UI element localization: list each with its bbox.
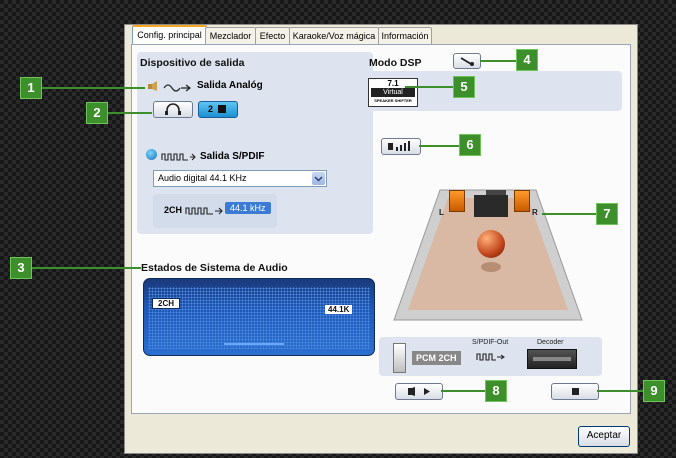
decoder-device-icon — [527, 349, 577, 369]
analog-wave-icon — [163, 80, 193, 92]
callout-2-line — [107, 112, 152, 114]
tab-efecto[interactable]: Efecto — [255, 27, 290, 45]
stop-test-button[interactable] — [551, 383, 599, 400]
chevron-down-icon[interactable] — [312, 172, 325, 185]
tab-mezclador[interactable]: Mezclador — [205, 27, 256, 45]
callout-4-line — [480, 60, 516, 62]
speaker-count-label: 2 — [208, 104, 214, 114]
spdif-output-label: Salida S/PDIF — [200, 151, 265, 162]
spdif-channel-label: 2CH — [164, 205, 183, 215]
tab-karaoke[interactable]: Karaoke/Voz mágica — [289, 27, 379, 45]
dsp-mode-heading: Modo DSP — [369, 57, 422, 69]
pcm-badge: PCM 2CH — [412, 351, 461, 365]
spdif-out-label: S/PDIF-Out — [472, 339, 509, 346]
speaker-shifter-label: SPEAKER SHIFTER — [374, 98, 412, 103]
callout-3-line — [31, 267, 141, 269]
wrench-icon — [460, 57, 474, 66]
equalizer-button[interactable] — [381, 138, 421, 155]
callout-4-badge: 4 — [516, 49, 538, 71]
stop-icon — [572, 388, 579, 395]
digital-wave-icon — [161, 150, 197, 162]
callout-5-line — [405, 86, 453, 88]
headphone-button[interactable] — [153, 101, 193, 118]
spdif-out-wave-icon — [476, 353, 505, 361]
callout-6-line — [419, 145, 459, 147]
headphone-icon — [165, 103, 181, 115]
right-speaker-icon[interactable] — [514, 190, 530, 212]
listener-shadow — [481, 262, 501, 272]
audio-status-heading: Estados de Sistema de Audio — [141, 262, 288, 274]
callout-2-badge: 2 — [86, 102, 108, 124]
spdif-rate-badge: 44.1 kHz — [225, 202, 271, 214]
callout-8-badge: 8 — [485, 380, 507, 402]
tab-informacion[interactable]: Información — [378, 27, 432, 45]
spdif-info-box: 2CH 44.1 kHz — [153, 194, 277, 228]
callout-9-line — [597, 390, 643, 392]
right-channel-label: R — [532, 208, 538, 217]
callout-9-badge: 9 — [643, 380, 665, 402]
status-rate-badge: 44.1K — [325, 305, 353, 314]
play-icon — [408, 387, 430, 396]
callout-7-badge: 7 — [596, 203, 618, 225]
left-speaker-icon[interactable] — [449, 190, 465, 212]
audio-status-display: 2CH 44.1K — [143, 278, 375, 356]
analog-output-label: Salida Analóg — [197, 80, 263, 91]
accept-label: Aceptar — [586, 430, 622, 441]
status-level-bar — [224, 343, 284, 345]
callout-3-badge: 3 — [10, 257, 32, 279]
play-test-button[interactable] — [395, 383, 443, 400]
output-device-heading: Dispositivo de salida — [140, 57, 245, 69]
speaker-level-icon — [388, 141, 410, 151]
callout-1-line — [41, 87, 145, 89]
decoder-label: Decoder — [537, 339, 564, 346]
accept-button[interactable]: Aceptar — [578, 426, 630, 447]
spdif-wave-icon — [185, 207, 223, 215]
callout-7-line — [542, 213, 596, 215]
status-channel-badge: 2CH — [152, 298, 181, 309]
virtual-label: Virtual — [371, 88, 415, 97]
pc-tower-icon — [393, 343, 406, 373]
callout-6-badge: 6 — [459, 134, 481, 156]
dsp-settings-button[interactable] — [453, 53, 481, 69]
spdif-format-select[interactable]: Audio digital 44.1 KHz — [153, 170, 327, 187]
spdif-radio[interactable] — [146, 149, 157, 160]
listener-position-ball[interactable] — [477, 230, 505, 258]
callout-8-line — [441, 390, 485, 392]
callout-1-badge: 1 — [20, 77, 42, 99]
callout-5-badge: 5 — [453, 76, 475, 98]
left-channel-label: L — [439, 208, 444, 217]
virtual-speaker-shifter-button[interactable]: 7.1 Virtual SPEAKER SHIFTER — [368, 78, 418, 107]
speaker-icon — [147, 79, 159, 91]
speaker-box-icon — [218, 105, 226, 113]
spdif-format-value: Audio digital 44.1 KHz — [158, 173, 247, 183]
speakers-2-button[interactable]: 2 — [198, 101, 238, 118]
